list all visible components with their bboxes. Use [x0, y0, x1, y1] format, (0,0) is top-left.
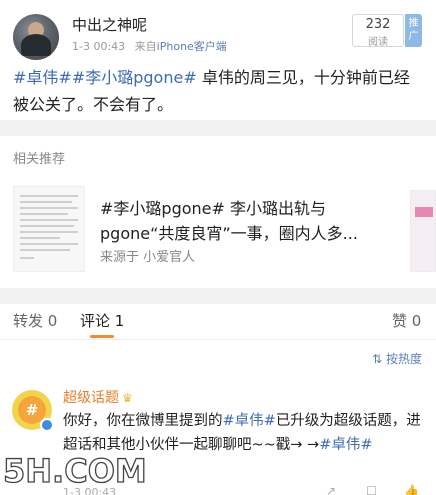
related-card-source: 来源于 小爱官人 — [100, 250, 196, 265]
hashtag-link[interactable]: #李小璐pgone# — [72, 68, 197, 87]
read-label: 阅读 — [368, 37, 388, 48]
user-avatar[interactable] — [13, 14, 59, 60]
interaction-tabs: 转发 0 评论 1 赞 0 — [0, 304, 436, 340]
related-section-title: 相关推荐 — [13, 152, 66, 167]
source-prefix: 来自 — [134, 40, 157, 53]
related-thumbnail — [13, 186, 85, 272]
related-card[interactable]: #李小璐pgone# 李小璐出轨与pgone“共度良宵”一事，圈内人多... 来… — [0, 178, 436, 280]
promote-button[interactable]: 推广 — [405, 14, 422, 47]
verified-icon — [40, 418, 54, 432]
tab-likes[interactable]: 赞 0 — [392, 310, 421, 331]
comment-icon[interactable]: ☐ — [366, 484, 377, 495]
site-watermark: 5H.COM — [2, 451, 147, 490]
sort-label: 按热度 — [385, 352, 422, 366]
tab-reposts[interactable]: 转发 0 — [13, 310, 57, 331]
like-icon[interactable]: 👍 — [404, 484, 419, 495]
share-icon[interactable]: ↗ — [326, 484, 336, 495]
read-count: 232 — [365, 17, 391, 32]
read-count-box: 232 阅读 — [352, 14, 404, 48]
crown-icon: ♛ — [122, 391, 133, 405]
active-tab-indicator — [90, 335, 114, 338]
post-body: #卓伟##李小璐pgone# 卓伟的周三见，十分钟前已经被公关了。不会有了。 — [13, 64, 425, 118]
avatar-body — [21, 34, 51, 56]
section-divider — [0, 120, 436, 136]
commenter-name-text: 超级话题 — [63, 390, 119, 406]
post-header: 中出之神呢 1-3 00:43 来自iPhone客户端 232 阅读 推广 — [0, 0, 436, 62]
sort-by-hot-button[interactable]: ⇅ 按热度 — [372, 350, 422, 367]
section-divider — [0, 288, 436, 304]
next-related-thumbnail[interactable] — [410, 190, 436, 272]
thumb-accent — [415, 207, 433, 217]
post-time: 1-3 00:43 — [72, 40, 126, 53]
hashtag-link[interactable]: #卓伟# — [223, 413, 276, 429]
hashtag-link[interactable]: #卓伟# — [13, 68, 72, 87]
post-source[interactable]: iPhone客户端 — [157, 40, 227, 53]
hashtag-link[interactable]: #卓伟# — [319, 437, 372, 453]
related-card-text: #李小璐pgone# 李小璐出轨与pgone“共度良宵”一事，圈内人多... — [100, 199, 358, 243]
comment-text: 你好，你在微博里提到的#卓伟#已升级为超级话题，进超话和其他小伙伴一起聊聊吧~~… — [63, 409, 431, 457]
sort-icon: ⇅ — [372, 352, 383, 366]
tab-comments[interactable]: 评论 1 — [80, 310, 124, 331]
post-meta: 1-3 00:43 来自iPhone客户端 — [72, 38, 227, 54]
commenter-name[interactable]: 超级话题 ♛ — [63, 387, 133, 407]
user-name[interactable]: 中出之神呢 — [72, 14, 147, 35]
comment-text-a: 你好，你在微博里提到的 — [63, 413, 223, 429]
